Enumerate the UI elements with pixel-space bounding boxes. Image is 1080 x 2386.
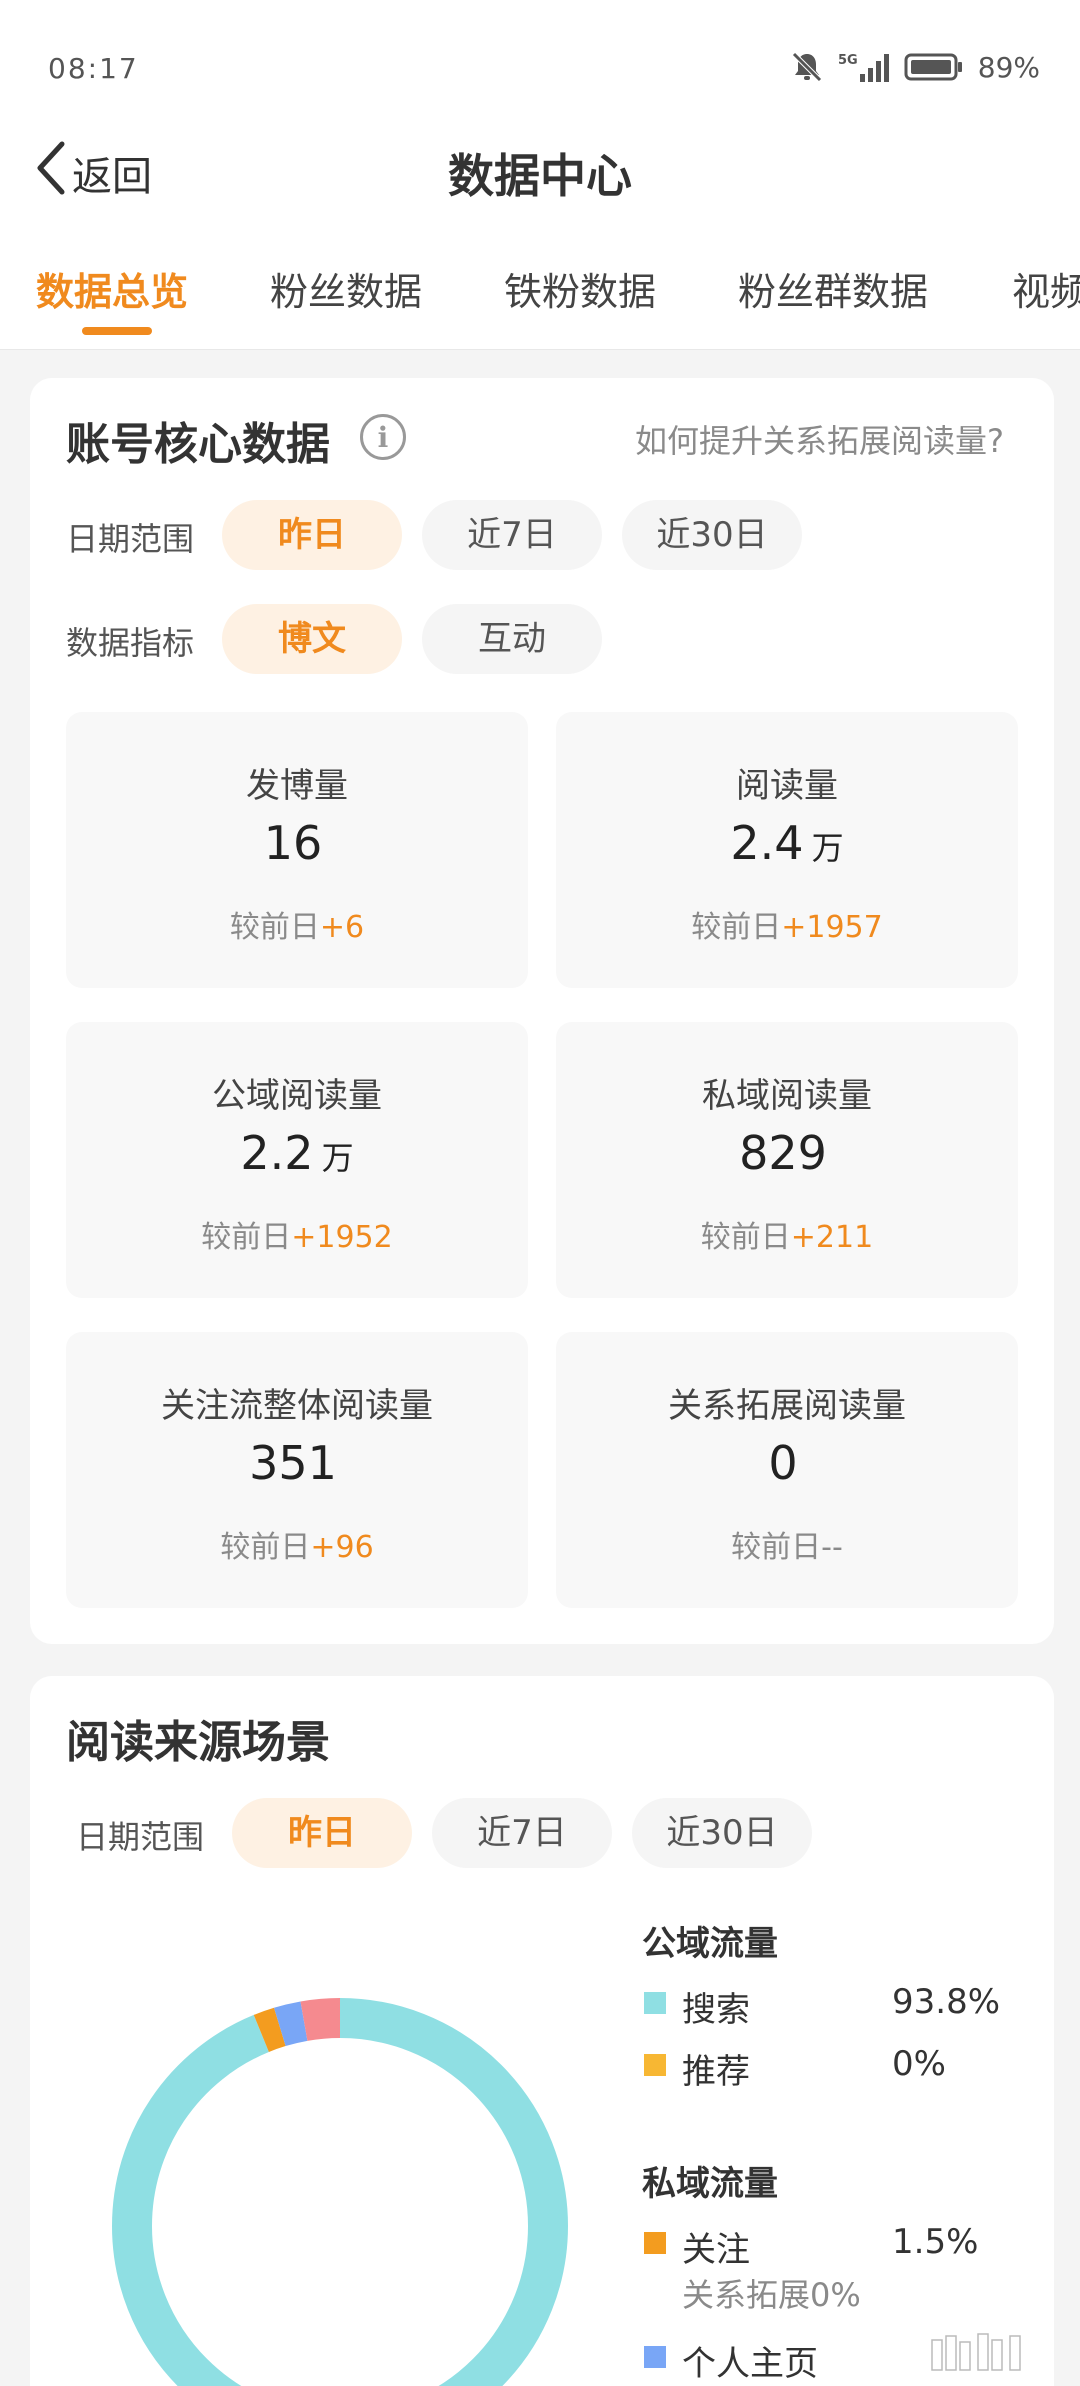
metric-compare: 较前日+211 [700, 1220, 874, 1255]
tab-overview[interactable]: 数据总览 [36, 261, 188, 316]
info-icon[interactable]: i [360, 414, 406, 460]
status-icons: 5G 89% [790, 50, 1040, 84]
metric-label: 公域阅读量 [212, 1076, 382, 1116]
metric-tile-public-reads[interactable]: 公域阅读量 2.2 万 较前日+1952 [66, 1022, 528, 1298]
tab-bar: 数据总览 粉丝数据 铁粉数据 粉丝群数据 视频 [0, 255, 1080, 350]
legend-item-recommend: 推荐 0% [642, 2040, 1022, 2092]
metric-compare: 较前日+1957 [691, 910, 883, 945]
divider [0, 349, 1080, 350]
date-7days-pill[interactable]: 近7日 [422, 500, 602, 570]
tab-iron-fans[interactable]: 铁粉数据 [504, 261, 656, 316]
metric-compare: 较前日+96 [220, 1530, 374, 1565]
source-date-30days-pill[interactable]: 近30日 [632, 1798, 812, 1868]
metric-value: 351 [249, 1436, 337, 1490]
metric-compare: 较前日+1952 [201, 1220, 393, 1255]
metric-label: 阅读量 [736, 766, 838, 806]
metric-tile-reads[interactable]: 阅读量 2.4 万 较前日+1957 [556, 712, 1018, 988]
metric-value: 2.4 万 [730, 816, 844, 870]
metric-tile-private-reads[interactable]: 私域阅读量 829 较前日+211 [556, 1022, 1018, 1298]
page-title: 数据中心 [448, 149, 632, 203]
legend-public-title: 公域流量 [642, 1924, 778, 1964]
date-yesterday-pill[interactable]: 昨日 [222, 500, 402, 570]
metric-label: 关注流整体阅读量 [161, 1386, 433, 1426]
source-date-yesterday-pill[interactable]: 昨日 [232, 1798, 412, 1868]
weibo-watermark-icon [931, 2333, 1021, 2371]
legend-private-title: 私域流量 [642, 2164, 778, 2204]
metric-tile-relation-reads[interactable]: 关系拓展阅读量 0 较前日-- [556, 1332, 1018, 1608]
mute-bell-icon [790, 50, 824, 84]
core-data-title: 账号核心数据 [66, 419, 330, 470]
legend-follow-sub: 关系拓展0% [682, 2276, 861, 2314]
metric-compare: 较前日-- [731, 1530, 843, 1565]
source-date-7days-pill[interactable]: 近7日 [432, 1798, 612, 1868]
donut-segment-搜索 [112, 1998, 568, 2386]
metric-label: 私域阅读量 [702, 1076, 872, 1116]
tab-fan-groups[interactable]: 粉丝群数据 [738, 261, 928, 316]
metric-tile-posts[interactable]: 发博量 16 较前日+6 [66, 712, 528, 988]
metric-type-label: 数据指标 [66, 624, 195, 662]
nav-bar: 返回 数据中心 [0, 120, 1080, 220]
metric-value: 829 [739, 1126, 827, 1180]
date-range-label: 日期范围 [76, 1818, 205, 1856]
metric-value: 0 [768, 1436, 798, 1490]
metric-interaction-pill[interactable]: 互动 [422, 604, 602, 674]
metric-value: 16 [263, 816, 323, 870]
read-source-card: 阅读来源场景 日期范围 昨日 近7日 近30日 公域流量 搜索 93.8% 推荐… [30, 1676, 1054, 2386]
metric-value: 2.2 万 [240, 1126, 354, 1180]
tab-video[interactable]: 视频 [1012, 261, 1080, 316]
status-bar: 08:17 5G 89% [0, 0, 1080, 140]
network-label: 5G [838, 53, 858, 68]
source-donut-chart [112, 1998, 568, 2386]
tab-indicator [82, 327, 152, 335]
core-data-card: 账号核心数据 i 如何提升关系拓展阅读量? 日期范围 昨日 近7日 近30日 数… [30, 378, 1054, 1644]
legend-swatch [644, 2346, 666, 2368]
signal-icon: 5G [838, 50, 890, 84]
battery-percent: 89% [977, 50, 1040, 84]
legend-swatch [644, 2054, 666, 2076]
help-link[interactable]: 如何提升关系拓展阅读量? [635, 416, 1004, 462]
tab-fans[interactable]: 粉丝数据 [270, 261, 422, 316]
status-time: 08:17 [48, 52, 139, 85]
metric-posts-pill[interactable]: 博文 [222, 604, 402, 674]
read-source-title: 阅读来源场景 [66, 1717, 330, 1768]
metric-label: 关系拓展阅读量 [668, 1386, 906, 1426]
legend-item-follow: 关注 1.5% [642, 2218, 1022, 2270]
legend-swatch [644, 1992, 666, 2014]
date-range-label: 日期范围 [66, 520, 195, 558]
legend-swatch [644, 2232, 666, 2254]
metric-compare: 较前日+6 [229, 910, 365, 945]
legend-item-search: 搜索 93.8% [642, 1978, 1022, 2030]
battery-icon [904, 52, 964, 82]
metric-label: 发博量 [246, 766, 348, 806]
metric-tile-follow-feed-reads[interactable]: 关注流整体阅读量 351 较前日+96 [66, 1332, 528, 1608]
date-30days-pill[interactable]: 近30日 [622, 500, 802, 570]
